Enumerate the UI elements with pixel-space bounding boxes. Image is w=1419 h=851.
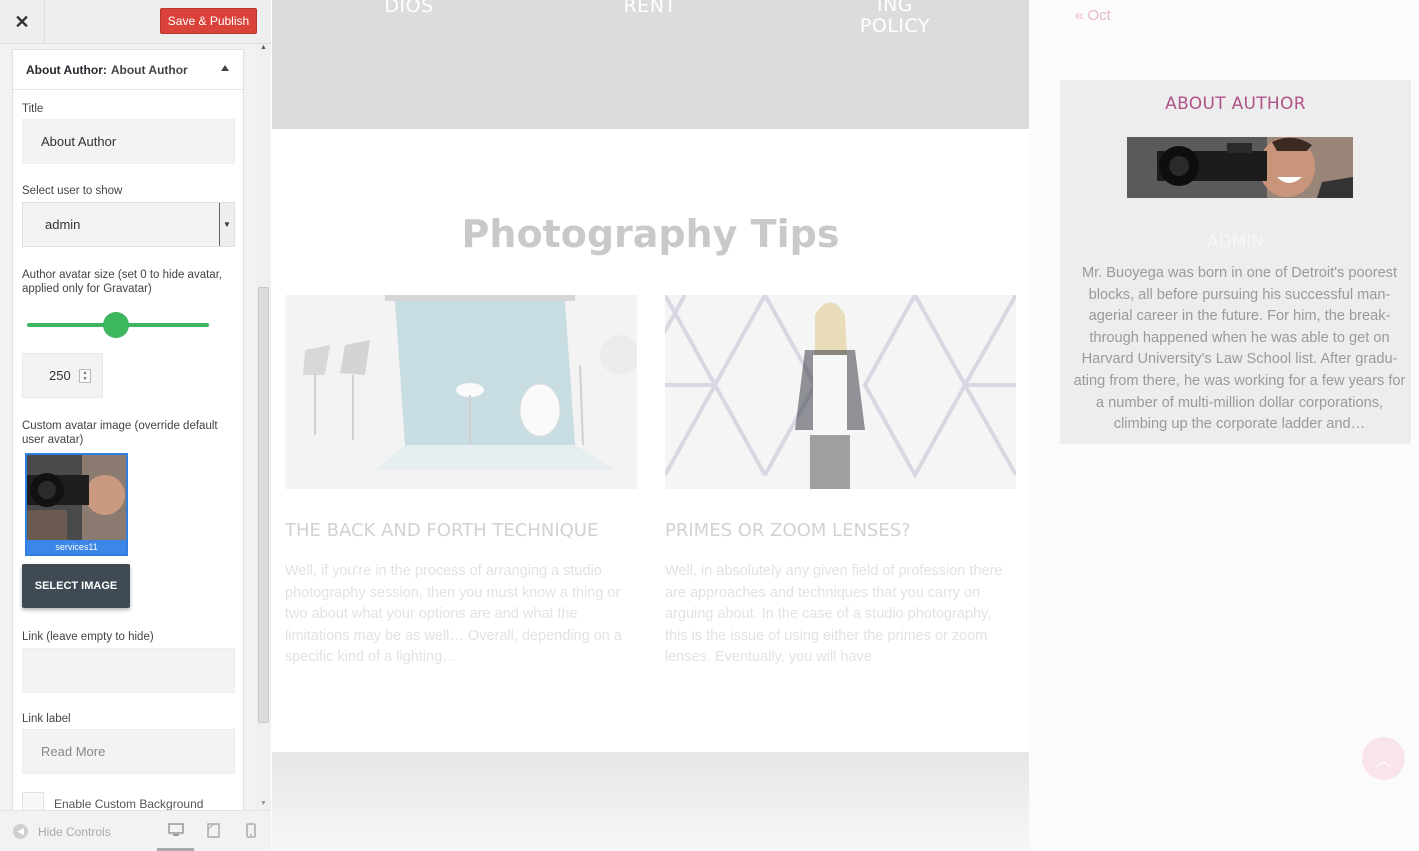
tablet-icon[interactable]	[207, 823, 220, 838]
widget-header[interactable]: About Author: About Author	[13, 50, 243, 90]
hero-item-3[interactable]: ING POLICY	[850, 0, 940, 37]
hero-item-1[interactable]: DIOS	[374, 0, 444, 17]
save-publish-button[interactable]: Save & Publish	[160, 8, 257, 34]
link-text-field[interactable]: Read More	[22, 729, 235, 774]
stepper-icon[interactable]: ▲ ▼	[79, 369, 91, 383]
avatar-size-slider[interactable]	[27, 312, 209, 338]
mobile-icon[interactable]	[246, 823, 256, 838]
desktop-icon[interactable]	[168, 823, 184, 837]
widget-header-name: About Author	[110, 62, 188, 77]
avatar-size-input[interactable]: 250 ▲ ▼	[22, 353, 103, 398]
scroll-down-arrow[interactable]: ▼	[256, 800, 271, 810]
scroll-up-arrow[interactable]: ▲	[256, 44, 271, 54]
avatar-filename: services11	[27, 540, 126, 554]
author-photo-image	[1127, 137, 1353, 198]
studio-image	[285, 295, 637, 489]
custom-background-label: Enable Custom Background	[54, 797, 204, 810]
close-icon[interactable]: ✕	[0, 0, 45, 44]
photographer-image	[27, 455, 126, 540]
link-field[interactable]	[22, 648, 235, 693]
author-heading: ABOUT AUTHOR	[1165, 94, 1306, 114]
post-title-1[interactable]: THE BACK AND FORTH TECHNIQUE	[285, 520, 598, 541]
widget-panel[interactable]: About Author: About Author Title About A…	[0, 44, 271, 810]
title-field[interactable]: About Author	[22, 119, 235, 164]
preview-sidebar: « Oct ABOUT AUTHOR ADMIN Mr. Buoyega was…	[1029, 0, 1419, 851]
slider-handle[interactable]	[103, 312, 130, 338]
hero-item-2[interactable]: RENT	[615, 0, 685, 17]
author-bio: Mr. Buoyega was born in one of Detroit's…	[1073, 265, 1406, 433]
customizer-sidebar: ✕ Save & Publish About Author: About Aut…	[0, 0, 271, 851]
custom-background-checkbox[interactable]	[22, 792, 44, 810]
fashion-image	[665, 295, 1016, 489]
hide-controls-button[interactable]: Hide Controls	[38, 825, 111, 839]
avatar-size-label: Author avatar size (set 0 to hide avatar…	[22, 269, 223, 295]
hide-controls-icon[interactable]: ◀	[13, 824, 28, 839]
select-image-button[interactable]: SELECT IMAGE	[22, 564, 130, 608]
post-excerpt-1: Well, if you're in the process of arrang…	[285, 563, 622, 666]
caret-up-icon[interactable]	[221, 65, 229, 71]
section-title: Photography Tips	[461, 212, 840, 256]
site-preview[interactable]: DIOS RENT ING POLICY Photography Tips TH…	[272, 0, 1419, 851]
post-image-studio[interactable]	[285, 295, 637, 489]
custom-avatar-thumbnail[interactable]: services11	[25, 453, 128, 556]
author-photo	[1127, 137, 1353, 198]
scroll-top-icon[interactable]: ︿	[1362, 737, 1405, 780]
customizer-topbar: ✕ Save & Publish	[0, 0, 271, 44]
custom-avatar-label: Custom avatar image (override default us…	[22, 420, 218, 446]
post-title-2[interactable]: PRIMES OR ZOOM LENSES?	[665, 520, 911, 541]
calendar-prev-link[interactable]: « Oct	[1075, 7, 1111, 24]
post-image-fashion[interactable]	[665, 295, 1016, 489]
customizer-footer: ◀ Hide Controls	[0, 810, 271, 851]
user-select[interactable]: admin ▼	[22, 202, 235, 247]
hero-strip: DIOS RENT ING POLICY	[272, 0, 1029, 129]
avatar-size-value: 250	[49, 368, 71, 383]
about-author-widget: About Author: About Author Title About A…	[12, 49, 244, 810]
post-excerpt-2: Well, in absolutely any given field of p…	[665, 563, 1003, 666]
footer-strip	[272, 752, 1029, 851]
link-label: Link (leave empty to hide)	[22, 631, 154, 643]
author-name: ADMIN	[1206, 232, 1265, 252]
user-select-label: Select user to show	[22, 185, 123, 197]
title-label: Title	[22, 103, 44, 115]
link-text-label: Link label	[22, 713, 71, 725]
scrollbar-thumb[interactable]	[258, 287, 269, 723]
user-select-value: admin	[45, 217, 81, 232]
widget-header-prefix: About Author:	[26, 62, 107, 77]
panel-scrollbar[interactable]: ▲ ▼	[256, 44, 271, 810]
about-author-box: ABOUT AUTHOR ADMIN Mr. Buoyega was born …	[1060, 80, 1411, 444]
dropdown-arrow-icon[interactable]: ▼	[219, 203, 234, 246]
